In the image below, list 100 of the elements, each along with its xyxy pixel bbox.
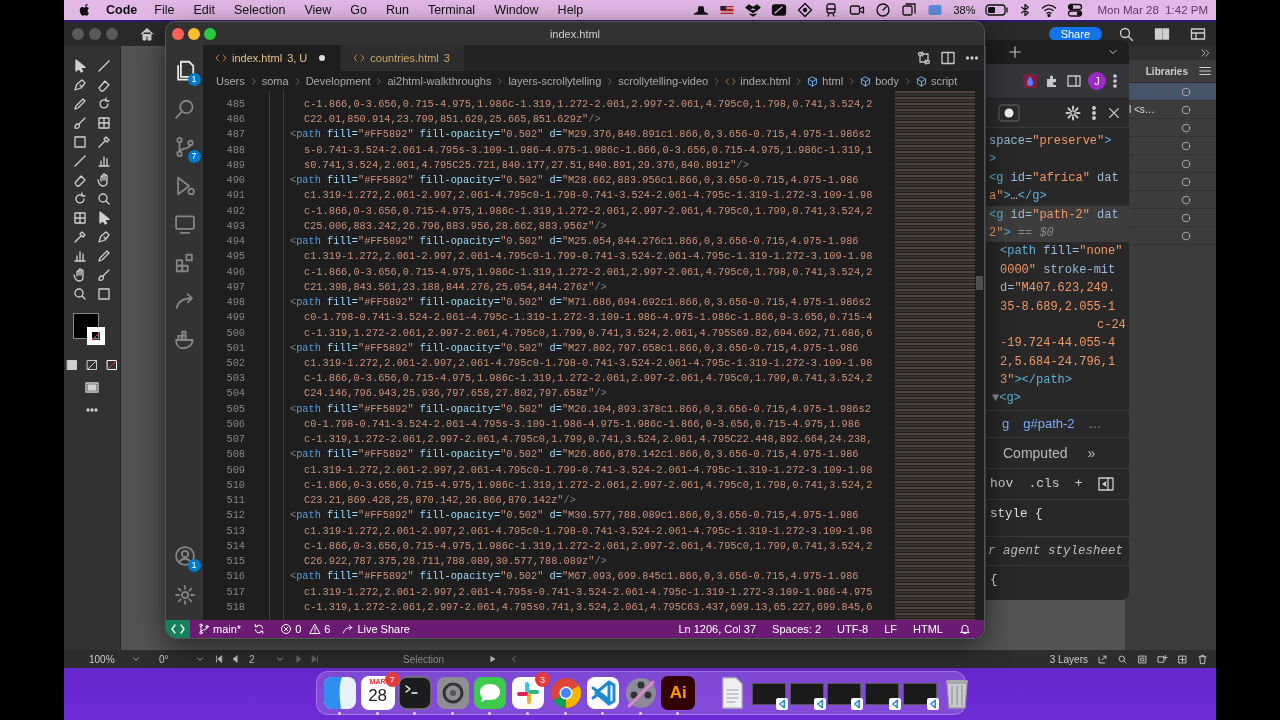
remote-icon[interactable]: [166, 620, 190, 638]
panel-tab[interactable]: Libraries: [1145, 65, 1188, 77]
target-icon[interactable]: [1180, 175, 1192, 188]
pencil-icon[interactable]: [72, 96, 88, 112]
drop-icon[interactable]: [1022, 73, 1038, 89]
target-icon[interactable]: [1180, 229, 1192, 242]
split-editor-icon[interactable]: [940, 50, 956, 66]
breadcrumb-item[interactable]: soma: [261, 75, 289, 87]
apple-icon[interactable]: [78, 2, 92, 18]
battery-icon[interactable]: [985, 3, 1010, 17]
scrollbar-thumb[interactable]: [976, 276, 983, 290]
rotation-value[interactable]: 0°: [159, 653, 195, 665]
menu-item[interactable]: Help: [557, 3, 584, 17]
toolbar-button[interactable]: hov: [990, 476, 1014, 492]
branch-button[interactable]: main*: [213, 623, 242, 635]
eyedropper-icon[interactable]: [72, 229, 88, 245]
zoom-icon[interactable]: [72, 286, 88, 302]
breadcrumb-item[interactable]: g: [1002, 416, 1010, 432]
camera-icon[interactable]: [849, 2, 866, 18]
target-icon[interactable]: [1180, 157, 1192, 170]
screen-mode-icon[interactable]: [84, 380, 100, 396]
editor-tab[interactable]: countries.html 3: [341, 45, 465, 71]
target-icon[interactable]: [1180, 121, 1192, 134]
compare-icon[interactable]: [916, 50, 932, 66]
export-icon[interactable]: [1097, 653, 1108, 665]
grid-icon[interactable]: [96, 115, 112, 131]
menu-item[interactable]: Go: [350, 3, 367, 17]
breadcrumb-item[interactable]: Development: [305, 75, 371, 87]
window-thumbnail[interactable]: [864, 683, 899, 705]
breadcrumb-item[interactable]: scrollytelling-video: [618, 75, 709, 87]
menu-item[interactable]: View: [304, 3, 332, 17]
rotate-icon[interactable]: [96, 96, 112, 112]
breadcrumb-item[interactable]: script: [931, 75, 958, 87]
breadcrumb-item[interactable]: body: [875, 75, 899, 87]
panel-tab[interactable]: Computed: [1003, 444, 1068, 461]
add-icon[interactable]: [1008, 45, 1022, 59]
clip-icon[interactable]: [1137, 653, 1148, 665]
app-menu[interactable]: Code: [106, 3, 138, 17]
pencil-icon[interactable]: [96, 248, 112, 264]
kebab-icon[interactable]: [1091, 105, 1097, 121]
line-icon[interactable]: [72, 153, 88, 169]
chevron-icon[interactable]: [586, 676, 621, 710]
home-icon[interactable]: [139, 26, 155, 42]
kebab-icon[interactable]: [1112, 73, 1118, 89]
line-ending-button[interactable]: LF: [884, 623, 898, 635]
language-button[interactable]: HTML: [913, 623, 943, 635]
bluetooth-icon[interactable]: [1019, 2, 1032, 18]
gear-icon[interactable]: [435, 676, 470, 710]
blocks-icon[interactable]: [173, 251, 196, 274]
toggle-sidebar-icon[interactable]: [1097, 475, 1116, 492]
breadcrumb-item[interactable]: ai2html-walkthroughs: [387, 75, 492, 87]
double-chevron-icon[interactable]: [1200, 48, 1210, 58]
breadcrumb-item[interactable]: index.html: [740, 75, 791, 87]
dom-line[interactable]: d="M407.623,249.: [986, 279, 1129, 298]
gradient-icon[interactable]: [86, 359, 98, 371]
person-icon[interactable]: [173, 545, 196, 568]
stroke-swatch[interactable]: [87, 327, 105, 345]
branch-icon[interactable]: [173, 136, 196, 159]
pinwheel-icon[interactable]: [510, 676, 545, 710]
window-thumbnail[interactable]: [789, 683, 824, 705]
sidebar-icon[interactable]: [1066, 73, 1082, 89]
error-count[interactable]: 0: [295, 623, 302, 635]
whale-icon[interactable]: [173, 328, 196, 351]
dom-line[interactable]: <g id="africa" dat: [986, 168, 1129, 188]
layout-icon[interactable]: [1190, 26, 1206, 42]
fill-swatch[interactable]: [73, 313, 99, 339]
share-button[interactable]: Share: [1048, 27, 1102, 41]
two-tone-icon[interactable]: [323, 676, 357, 710]
window-thumbnail[interactable]: [752, 683, 787, 705]
cursor-position[interactable]: Ln 1206, Col 37: [678, 623, 757, 635]
menu-item[interactable]: Run: [385, 3, 409, 17]
tricolor-circle-icon[interactable]: [548, 676, 583, 710]
zoom-level[interactable]: 100%: [89, 653, 131, 665]
box-icon[interactable]: [745, 2, 762, 18]
record-icon[interactable]: [998, 104, 1020, 122]
diamond-icon[interactable]: [797, 2, 814, 18]
eyedropper-icon[interactable]: [96, 134, 112, 150]
dom-line[interactable]: 0000" stroke-mit: [986, 260, 1129, 280]
target-icon[interactable]: [1180, 211, 1192, 224]
breadcrumb-item[interactable]: …: [1088, 416, 1102, 432]
dom-line[interactable]: 3"></path>: [986, 371, 1129, 390]
target-icon[interactable]: [1180, 103, 1192, 116]
breadcrumb-item[interactable]: Users: [216, 75, 245, 87]
menu-icon[interactable]: [1198, 64, 1212, 78]
menu-item[interactable]: Window: [494, 3, 539, 17]
dom-line[interactable]: a">…</g>: [986, 187, 1129, 206]
none-icon[interactable]: [106, 359, 118, 371]
dom-line[interactable]: ▼<g>: [986, 389, 1129, 408]
zoom-icon[interactable]: [96, 191, 112, 207]
dom-line[interactable]: 35-8.689,2.055-1: [986, 297, 1129, 316]
menu-item[interactable]: Terminal: [427, 3, 476, 17]
live-share-button[interactable]: Live Share: [357, 623, 410, 635]
dom-line[interactable]: <path fill="none": [986, 242, 1129, 261]
rotate-icon[interactable]: [72, 191, 88, 207]
square-icon[interactable]: [66, 359, 78, 371]
app-icon[interactable]: Ai: [661, 676, 696, 710]
breadcrumb-item[interactable]: g#path-2: [1023, 416, 1075, 432]
dom-line[interactable]: c-24: [986, 315, 1129, 335]
dom-line[interactable]: -19.724-44.055-4: [986, 334, 1129, 353]
search-icon[interactable]: [1118, 26, 1134, 42]
